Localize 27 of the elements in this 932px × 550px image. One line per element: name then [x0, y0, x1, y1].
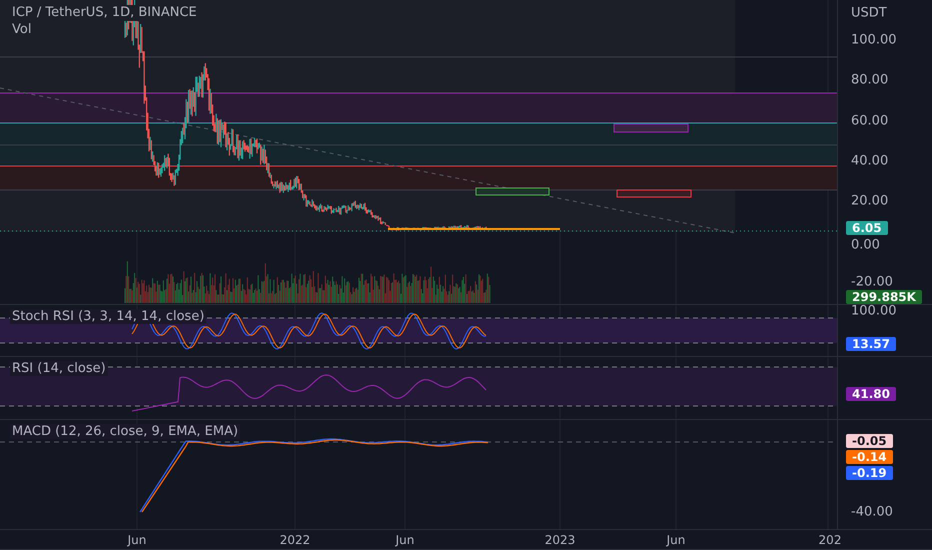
value-badge: -0.19 [846, 466, 893, 480]
price-badge: 6.05 [846, 221, 888, 235]
indicator-title: Stoch RSI (3, 3, 14, 14, close) [10, 309, 206, 324]
price-tick: -20.00 [851, 274, 893, 290]
time-tick: Jun [128, 533, 146, 547]
time-tick: 2023 [544, 533, 576, 547]
price-tick: 20.00 [851, 194, 888, 209]
price-tick: 0.00 [851, 237, 880, 252]
indicator-title: RSI (14, close) [10, 361, 108, 376]
time-tick: Jun [396, 533, 414, 547]
scale-tick: 100.00 [851, 304, 896, 318]
price-badge: 299.885K [846, 290, 922, 304]
price-tick: 100.00 [851, 32, 896, 48]
price-tick: 80.00 [851, 72, 888, 88]
price-tick: 40.00 [851, 153, 888, 168]
time-tick: 202 [818, 533, 842, 547]
symbol-title: ICP / TetherUS, 1D, BINANCE [10, 5, 199, 21]
time-tick: 2022 [280, 533, 310, 547]
value-badge: -0.05 [846, 434, 893, 448]
time-tick: Jun [666, 533, 686, 547]
indicator-title: MACD (12, 26, close, 9, EMA, EMA) [10, 424, 240, 439]
value-badge: 13.57 [846, 337, 896, 351]
value-badge: -0.14 [846, 450, 893, 464]
currency-label: USDT [851, 6, 887, 20]
value-badge: 41.80 [846, 387, 896, 401]
price-tick: 60.00 [851, 113, 888, 128]
scale-tick: -40.00 [851, 504, 893, 520]
